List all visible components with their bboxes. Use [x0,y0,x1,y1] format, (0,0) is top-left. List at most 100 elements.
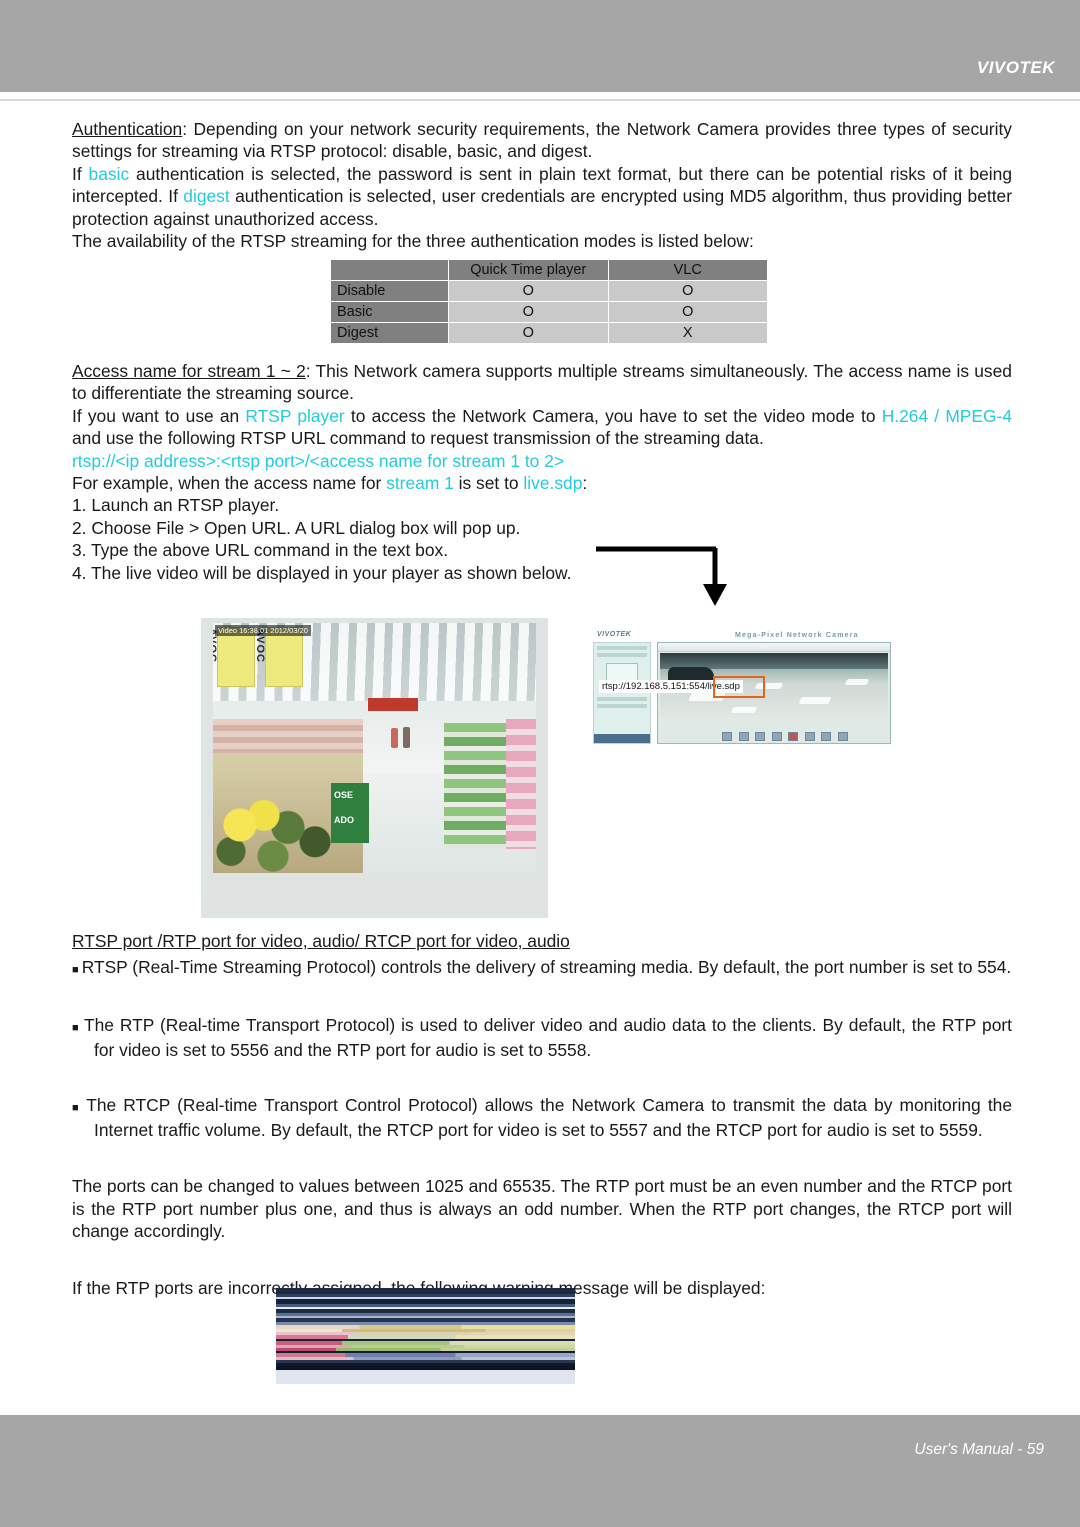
fullscreen-button-icon[interactable] [837,732,848,741]
cell-basic-vlc: O [608,302,767,322]
footer-page-label: User's Manual - 59 [914,1441,1044,1458]
rtsp-player-mid: to access the Network Camera, you have t… [344,405,882,426]
column-header-vlc: VLC [608,260,767,280]
table-row: Digest O X [331,323,767,343]
pause-button-icon[interactable] [755,732,766,741]
example-intro: For example, when the access name for [72,473,387,494]
produce-sign-line-2: ADO [334,815,354,825]
availability-table-wrapper: Quick Time player VLC Disable O O Basic … [330,259,768,344]
produce-sign-line-1: OSE [334,790,354,800]
rtsp-steps-list: 1. Launch an RTSP player. 2. Choose File… [72,494,1012,584]
rtsp-url-template: rtsp://<ip address>:<rtsp port>/<access … [72,450,1012,472]
sidebar-row[interactable] [597,704,647,708]
rtsp-url-template-text: rtsp://<ip address>:<rtsp port>/<access … [72,450,565,471]
zoom-button-icon[interactable] [738,732,749,741]
snapshot-button-icon[interactable] [722,732,733,741]
figure-corrupted-video-warning [276,1288,575,1384]
callout-arrow-icon [596,546,727,606]
webui-video-panel [657,642,891,744]
heading-ports-text: RTSP port /RTP port for video, audio/ RT… [72,931,570,951]
term-authentication: Authentication [72,119,183,139]
webui-video-toolbar-bottom[interactable] [660,732,888,741]
webui-vivotek-logo: VIVOTEK [597,631,632,638]
paragraph-example: For example, when the access name for st… [72,472,1012,494]
row-header-digest: Digest [331,323,448,343]
store-red-sign [368,698,418,711]
sidebar-row[interactable] [597,653,647,657]
cell-basic-quicktime: O [449,302,608,322]
cell-disable-vlc: O [608,281,767,301]
market-video-frame: AVOC AVOC OSE ADO Video 16:38:01 2012/03… [213,623,536,873]
video-timestamp-overlay: Video 16:38:01 2012/03/20 [215,625,311,636]
table-header-row: Quick Time player VLC [331,260,767,280]
example-end: : [582,473,588,494]
shopper-figure [391,728,398,748]
availability-table: Quick Time player VLC Disable O O Basic … [330,259,768,344]
mute-button-icon[interactable] [821,732,832,741]
stop-button-icon[interactable] [771,732,782,741]
bullet-square-icon: ■ [72,964,82,977]
webui-page-title: Mega-Pixel Network Camera [735,632,859,639]
term-access-name: Access name for stream 1 ~ 2 [72,361,306,381]
sidebar-row[interactable] [597,697,647,701]
paragraph-port-range: The ports can be changed to values betwe… [72,1176,1012,1242]
vivotek-logo-text: VIVOTEK [976,58,1055,77]
figure-camera-webui-screenshot: VIVOTEK Mega-Pixel Network Camera rtsp:/… [581,620,897,752]
keyword-live-sdp: live.sdp [523,473,583,494]
keyword-codec: H.264 / MPEG-4 [881,405,1012,426]
column-header-quicktime: Quick Time player [449,260,608,280]
floor-glare [798,697,832,704]
hanging-banner-2: AVOC [254,627,303,687]
volume-button-icon[interactable] [804,732,815,741]
record-button-icon[interactable] [788,732,799,741]
shopper-figure [403,727,410,748]
rtsp-player-intro: If you want to use an [72,405,246,426]
bullet-square-icon: ■ [72,1101,87,1114]
example-mid: is set to [453,473,524,494]
hanging-banner-1: AVOC [213,627,255,687]
table-corner-cell [331,260,448,280]
keyword-digest: digest [183,186,230,207]
bullet-rtp-text: The RTP (Real-time Transport Protocol) i… [83,1014,1013,1061]
sidebar-row[interactable] [597,646,647,650]
rtsp-player-end: and use the following RTSP URL command t… [72,428,764,449]
webui-page: VIVOTEK Mega-Pixel Network Camera rtsp:/… [587,628,891,746]
list-item: 3. Type the above URL command in the tex… [72,540,449,561]
webui-video-toolbar-top [658,643,890,652]
table-row: Disable O O [331,281,767,301]
webui-sidebar[interactable] [593,642,651,744]
paragraph-rtsp-player: If you want to use an RTSP player to acc… [72,405,1012,450]
paragraph-availability-intro: The availability of the RTSP streaming f… [72,231,754,252]
bullet-rtsp: ■ RTSP (Real-Time Streaming Protocol) co… [72,956,1012,981]
bullet-rtp: ■ The RTP (Real-time Transport Protocol)… [72,1014,1012,1062]
floor-glare [844,679,870,685]
keyword-rtsp-player: RTSP player [245,405,345,426]
list-item: 1. Launch an RTSP player. [72,495,280,516]
floor-glare [730,707,758,713]
section-access-name: Access name for stream 1 ~ 2: This Netwo… [72,360,1012,584]
bullet-rtsp-text: RTSP (Real-Time Streaming Protocol) cont… [81,957,1012,978]
cell-disable-quicktime: O [449,281,608,301]
produce-sign: OSE ADO [331,783,369,843]
cell-digest-quicktime: O [449,323,608,343]
page-content: Authentication: Depending on your networ… [72,118,1012,252]
paragraph-authentication: Authentication: Depending on your networ… [72,118,1012,163]
page-footer-bar [0,1415,1080,1527]
section-ports: RTSP port /RTP port for video, audio/ RT… [72,930,1012,1299]
sidebar-footer-bar [594,734,650,743]
keyword-basic: basic [88,163,130,184]
paragraph-basic-digest: If basic authentication is selected, the… [72,163,1012,230]
bullet-rtcp-text: The RTCP (Real-time Transport Control Pr… [86,1094,1012,1141]
bullet-rtcp: ■ The RTCP (Real-time Transport Control … [72,1094,1012,1142]
row-header-disable: Disable [331,281,448,301]
header-divider [0,99,1080,101]
live-sdp-highlight-box [713,676,765,698]
right-shelf-display-2 [506,719,536,849]
bullet-square-icon: ■ [72,1021,84,1034]
figure-live-video-screenshot: AVOC AVOC OSE ADO Video 16:38:01 2012/03… [201,618,548,918]
paragraph-access-name: Access name for stream 1 ~ 2: This Netwo… [72,360,1012,405]
basic-intro-text: If [72,163,89,184]
list-item: 4. The live video will be displayed in y… [72,562,572,583]
keyword-stream-1: stream 1 [386,473,454,494]
cell-digest-vlc: X [608,323,767,343]
